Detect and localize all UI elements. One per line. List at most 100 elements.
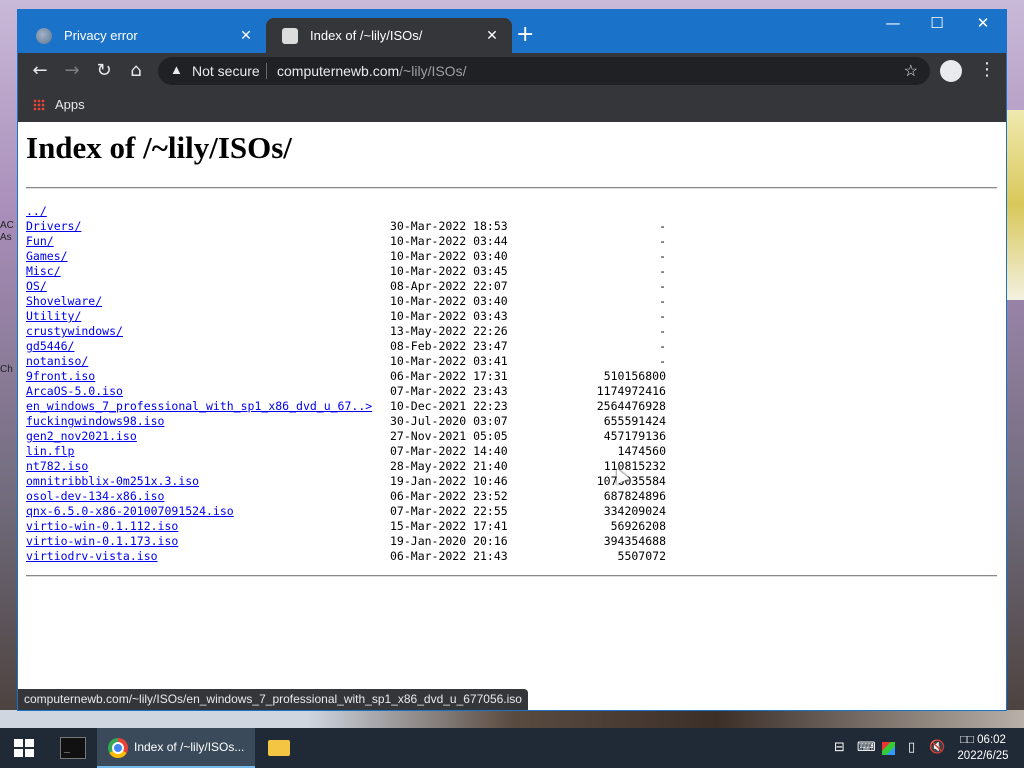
file-size: 2564476928: [596, 399, 666, 413]
file-link[interactable]: ArcaOS-5.0.iso: [26, 384, 123, 399]
network-icon[interactable]: ⊟: [834, 740, 845, 755]
table-row: Fun/10-Mar-2022 03:44 -: [26, 234, 666, 249]
taskbar-chrome-button[interactable]: Index of /~lily/ISOs...: [97, 728, 255, 768]
more-menu-icon[interactable]: ⋮: [978, 61, 996, 79]
file-link[interactable]: Utility/: [26, 309, 81, 324]
file-size: -: [659, 249, 666, 263]
desktop-icon-label: [0, 304, 18, 316]
file-link[interactable]: Games/: [26, 249, 68, 264]
file-date: 27-Nov-2021 05:05: [390, 429, 508, 443]
file-date: 07-Mar-2022 14:40: [390, 444, 508, 458]
file-link[interactable]: OS/: [26, 279, 47, 294]
file-link[interactable]: ../: [26, 204, 47, 219]
file-date: 28-May-2022 21:40: [390, 459, 508, 473]
file-link[interactable]: gen2_nov2021.iso: [26, 429, 137, 444]
table-row: 9front.iso 06-Mar-2022 17:31 510156800: [26, 369, 666, 384]
file-size: 56926208: [610, 519, 666, 533]
file-link[interactable]: qnx-6.5.0-x86-201007091524.iso: [26, 504, 234, 519]
table-row: osol-dev-134-x86.iso 06-Mar-2022 23:52 687…: [26, 489, 666, 504]
file-size: -: [659, 339, 666, 353]
clock-date: 2022/6/25: [957, 750, 1009, 762]
file-link[interactable]: en_windows_7_professional_with_sp1_x86_d…: [26, 399, 372, 414]
file-explorer-icon[interactable]: [268, 740, 290, 756]
file-size: -: [659, 324, 666, 338]
file-date: 10-Mar-2022 03:40: [390, 249, 508, 263]
status-bar: computernewb.com/~lily/ISOs/en_windows_7…: [18, 689, 528, 710]
file-link[interactable]: omnitribblix-0m251x.3.iso: [26, 474, 199, 489]
battery-icon[interactable]: ▯: [908, 740, 915, 755]
file-link[interactable]: Fun/: [26, 234, 54, 249]
file-date: 13-May-2022 22:26: [390, 324, 508, 338]
tab-index-of-isos[interactable]: Index of /~lily/ISOs/ ✕: [266, 18, 512, 53]
file-date: 19-Jan-2020 20:16: [390, 534, 508, 548]
desktop-icon-label: [0, 328, 18, 340]
table-row: OS/08-Apr-2022 22:07 -: [26, 279, 666, 294]
file-link[interactable]: virtiodrv-vista.iso: [26, 549, 158, 564]
divider: [26, 575, 997, 577]
desktop-icon-label: [0, 352, 18, 364]
file-link[interactable]: notaniso/: [26, 354, 88, 369]
desktop-icon-labels: AC As Ch: [0, 220, 18, 376]
file-link[interactable]: fuckingwindows98.iso: [26, 414, 164, 429]
taskbar-chrome-label: Index of /~lily/ISOs...: [134, 740, 245, 754]
tab-close-icon[interactable]: ✕: [484, 27, 500, 44]
forward-arrow-icon[interactable]: →: [60, 61, 84, 81]
color-management-icon[interactable]: [882, 742, 895, 755]
tab-title: Index of /~lily/ISOs/: [310, 28, 423, 43]
windows-start-icon[interactable]: [14, 739, 34, 757]
globe-icon: [36, 27, 52, 44]
back-arrow-icon[interactable]: ←: [28, 61, 52, 81]
keyboard-icon[interactable]: ⌨: [857, 740, 876, 755]
file-date: 06-Mar-2022 21:43: [390, 549, 508, 563]
file-size: -: [659, 279, 666, 293]
system-clock[interactable]: □□ 06:02 2022/6/25: [953, 732, 1013, 764]
file-link[interactable]: lin.flp: [26, 444, 74, 459]
file-size: 687824896: [603, 489, 666, 503]
minimize-button[interactable]: —: [870, 14, 916, 32]
file-link[interactable]: Drivers/: [26, 219, 81, 234]
tab-privacy-error[interactable]: Privacy error ✕: [20, 18, 266, 53]
apps-grid-icon[interactable]: [33, 99, 45, 111]
volume-muted-icon[interactable]: 🔇: [929, 740, 945, 755]
file-size: -: [659, 294, 666, 308]
tab-close-icon[interactable]: ✕: [238, 27, 254, 44]
table-row: en_windows_7_professional_with_sp1_x86_d…: [26, 399, 666, 414]
desktop-icon-label: [0, 292, 18, 304]
file-link[interactable]: nt782.iso: [26, 459, 88, 474]
bookmark-apps[interactable]: Apps: [55, 97, 85, 112]
file-size: 655591424: [603, 414, 666, 428]
home-icon[interactable]: ⌂: [124, 61, 148, 81]
file-link[interactable]: osol-dev-134-x86.iso: [26, 489, 164, 504]
profile-avatar-icon[interactable]: [940, 60, 962, 82]
browser-toolbar: ← → ↻ ⌂ ▲ Not secure computernewb.com/~l…: [18, 53, 1006, 89]
file-date: 08-Apr-2022 22:07: [390, 279, 508, 293]
table-row: gen2_nov2021.iso 27-Nov-2021 05:05 4571791…: [26, 429, 666, 444]
desktop-wallpaper-bottom: [0, 710, 1024, 728]
address-bar[interactable]: ▲ Not secure computernewb.com/~lily/ISOs…: [158, 57, 930, 85]
file-link[interactable]: virtio-win-0.1.173.iso: [26, 534, 178, 549]
close-window-button[interactable]: ✕: [960, 14, 1006, 32]
url-text[interactable]: computernewb.com/~lily/ISOs/: [277, 63, 466, 79]
url-path: /~lily/ISOs/: [399, 63, 467, 79]
maximize-button[interactable]: ☐: [914, 14, 960, 32]
file-listing: ../Drivers/30-Mar-2022 18:53- Fun/10-Mar-…: [26, 204, 666, 564]
security-label[interactable]: Not secure: [192, 63, 260, 79]
warning-icon[interactable]: ▲: [170, 62, 183, 77]
title-bar[interactable]: Privacy error ✕ Index of /~lily/ISOs/ ✕ …: [18, 10, 1006, 53]
page-content: Index of /~lily/ISOs/ ../Drivers/30-Mar-…: [26, 122, 998, 710]
file-link[interactable]: virtio-win-0.1.112.iso: [26, 519, 178, 534]
page-title: Index of /~lily/ISOs/: [26, 130, 292, 165]
table-row: crustywindows/13-May-2022 22:26 -: [26, 324, 666, 339]
file-size: 1174972416: [596, 384, 666, 398]
file-link[interactable]: Misc/: [26, 264, 61, 279]
file-link[interactable]: Shovelware/: [26, 294, 102, 309]
file-date: 19-Jan-2022 10:46: [390, 474, 508, 488]
terminal-icon[interactable]: _: [60, 737, 86, 759]
file-link[interactable]: crustywindows/: [26, 324, 123, 339]
reload-icon[interactable]: ↻: [92, 61, 116, 81]
new-tab-button[interactable]: +: [516, 24, 534, 46]
bookmark-star-icon[interactable]: ☆: [904, 61, 918, 81]
file-link[interactable]: gd5446/: [26, 339, 74, 354]
tab-title: Privacy error: [64, 28, 138, 43]
file-link[interactable]: 9front.iso: [26, 369, 95, 384]
